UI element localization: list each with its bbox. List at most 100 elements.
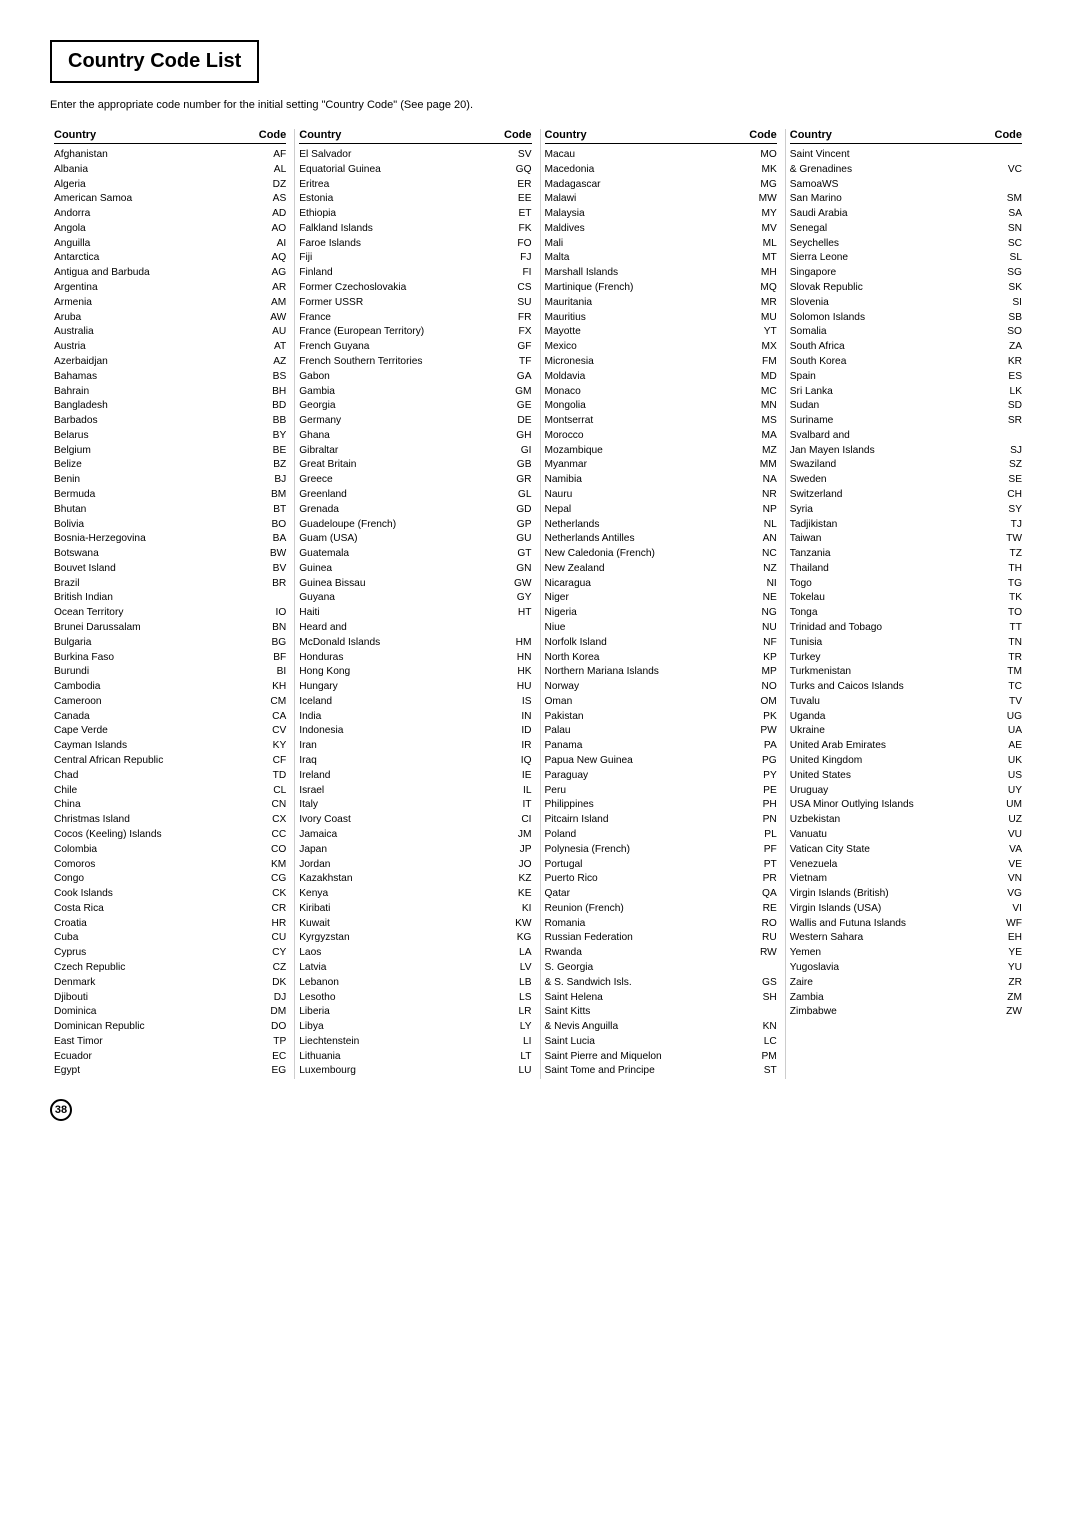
country-code: BA bbox=[264, 532, 286, 547]
list-item: MadagascarMG bbox=[545, 178, 777, 193]
country-name: Kuwait bbox=[299, 917, 509, 932]
country-name: Sierra Leone bbox=[790, 251, 1000, 266]
list-item: Ocean TerritoryIO bbox=[54, 606, 286, 621]
country-name: Mozambique bbox=[545, 444, 755, 459]
list-item: JapanJP bbox=[299, 843, 531, 858]
country-name: Zambia bbox=[790, 991, 1000, 1006]
list-item: IndiaIN bbox=[299, 710, 531, 725]
country-code: CY bbox=[264, 946, 286, 961]
list-item: MyanmarMM bbox=[545, 458, 777, 473]
country-name: Ethiopia bbox=[299, 207, 509, 222]
list-item: GermanyDE bbox=[299, 414, 531, 429]
country-name: Antarctica bbox=[54, 251, 264, 266]
country-code: AQ bbox=[264, 251, 286, 266]
list-item: Reunion (French)RE bbox=[545, 902, 777, 917]
country-name: Nigeria bbox=[545, 606, 755, 621]
country-name: Great Britain bbox=[299, 458, 509, 473]
col1-header-code: Code bbox=[259, 129, 287, 141]
country-name: Portugal bbox=[545, 858, 755, 873]
country-code: GR bbox=[510, 473, 532, 488]
country-code: NG bbox=[755, 606, 777, 621]
list-item: ItalyIT bbox=[299, 798, 531, 813]
list-item: MayotteYT bbox=[545, 325, 777, 340]
country-code: SJ bbox=[1000, 444, 1022, 459]
country-code: NL bbox=[755, 518, 777, 533]
country-code: SO bbox=[1000, 325, 1022, 340]
country-code: UY bbox=[1000, 784, 1022, 799]
country-code: GT bbox=[510, 547, 532, 562]
col1-header-country: Country bbox=[54, 129, 96, 141]
country-code: ST bbox=[755, 1064, 777, 1079]
country-name: Lesotho bbox=[299, 991, 509, 1006]
country-name: Rwanda bbox=[545, 946, 755, 961]
list-item: DominicaDM bbox=[54, 1005, 286, 1020]
list-item: UruguayUY bbox=[790, 784, 1022, 799]
country-name: Singapore bbox=[790, 266, 1000, 281]
country-code: BT bbox=[264, 503, 286, 518]
list-item: NiueNU bbox=[545, 621, 777, 636]
country-code: TV bbox=[1000, 695, 1022, 710]
country-code: DM bbox=[264, 1005, 286, 1020]
list-item: Former CzechoslovakiaCS bbox=[299, 281, 531, 296]
country-name: Bulgaria bbox=[54, 636, 264, 651]
country-code: VN bbox=[1000, 872, 1022, 887]
country-name: Western Sahara bbox=[790, 931, 1000, 946]
country-code: MP bbox=[755, 665, 777, 680]
list-item: BahrainBH bbox=[54, 385, 286, 400]
country-code: PG bbox=[755, 754, 777, 769]
country-code: PW bbox=[755, 724, 777, 739]
country-code: IL bbox=[510, 784, 532, 799]
country-code: TN bbox=[1000, 636, 1022, 651]
list-item: ArgentinaAR bbox=[54, 281, 286, 296]
list-item: MacedoniaMK bbox=[545, 163, 777, 178]
country-name: Vietnam bbox=[790, 872, 1000, 887]
country-name: Burundi bbox=[54, 665, 264, 680]
list-item: GhanaGH bbox=[299, 429, 531, 444]
list-item: France (European Territory)FX bbox=[299, 325, 531, 340]
list-item: MexicoMX bbox=[545, 340, 777, 355]
country-name: Malawi bbox=[545, 192, 755, 207]
list-item: Netherlands AntillesAN bbox=[545, 532, 777, 547]
country-name: Albania bbox=[54, 163, 264, 178]
country-code: FJ bbox=[510, 251, 532, 266]
circle-number: 38 bbox=[50, 1099, 72, 1121]
country-code bbox=[1000, 429, 1022, 444]
country-name: Cocos (Keeling) Islands bbox=[54, 828, 264, 843]
list-item: SudanSD bbox=[790, 399, 1022, 414]
country-code: MV bbox=[755, 222, 777, 237]
country-code: LS bbox=[510, 991, 532, 1006]
country-code: YU bbox=[1000, 961, 1022, 976]
country-name: Uruguay bbox=[790, 784, 1000, 799]
country-code: KG bbox=[510, 931, 532, 946]
country-code: IT bbox=[510, 798, 532, 813]
country-code: MK bbox=[755, 163, 777, 178]
country-code: KI bbox=[510, 902, 532, 917]
country-name: Germany bbox=[299, 414, 509, 429]
country-name: Malaysia bbox=[545, 207, 755, 222]
country-code: AO bbox=[264, 222, 286, 237]
country-code: BR bbox=[264, 577, 286, 592]
list-item: TogoTG bbox=[790, 577, 1022, 592]
country-name: Fiji bbox=[299, 251, 509, 266]
country-name: Mongolia bbox=[545, 399, 755, 414]
list-item: ArubaAW bbox=[54, 311, 286, 326]
list-item: Bouvet IslandBV bbox=[54, 562, 286, 577]
country-name: United States bbox=[790, 769, 1000, 784]
country-code: NU bbox=[755, 621, 777, 636]
country-name: Netherlands Antilles bbox=[545, 532, 755, 547]
list-item: New ZealandNZ bbox=[545, 562, 777, 577]
country-code: VG bbox=[1000, 887, 1022, 902]
country-name: Palau bbox=[545, 724, 755, 739]
list-item: Saint HelenaSH bbox=[545, 991, 777, 1006]
country-code: CF bbox=[264, 754, 286, 769]
country-code: AD bbox=[264, 207, 286, 222]
country-code: CN bbox=[264, 798, 286, 813]
list-item: SwazilandSZ bbox=[790, 458, 1022, 473]
list-item: MoroccoMA bbox=[545, 429, 777, 444]
list-item: NetherlandsNL bbox=[545, 518, 777, 533]
country-code: TC bbox=[1000, 680, 1022, 695]
list-item: ChinaCN bbox=[54, 798, 286, 813]
country-code: ZA bbox=[1000, 340, 1022, 355]
country-name: Nicaragua bbox=[545, 577, 755, 592]
list-item: UzbekistanUZ bbox=[790, 813, 1022, 828]
